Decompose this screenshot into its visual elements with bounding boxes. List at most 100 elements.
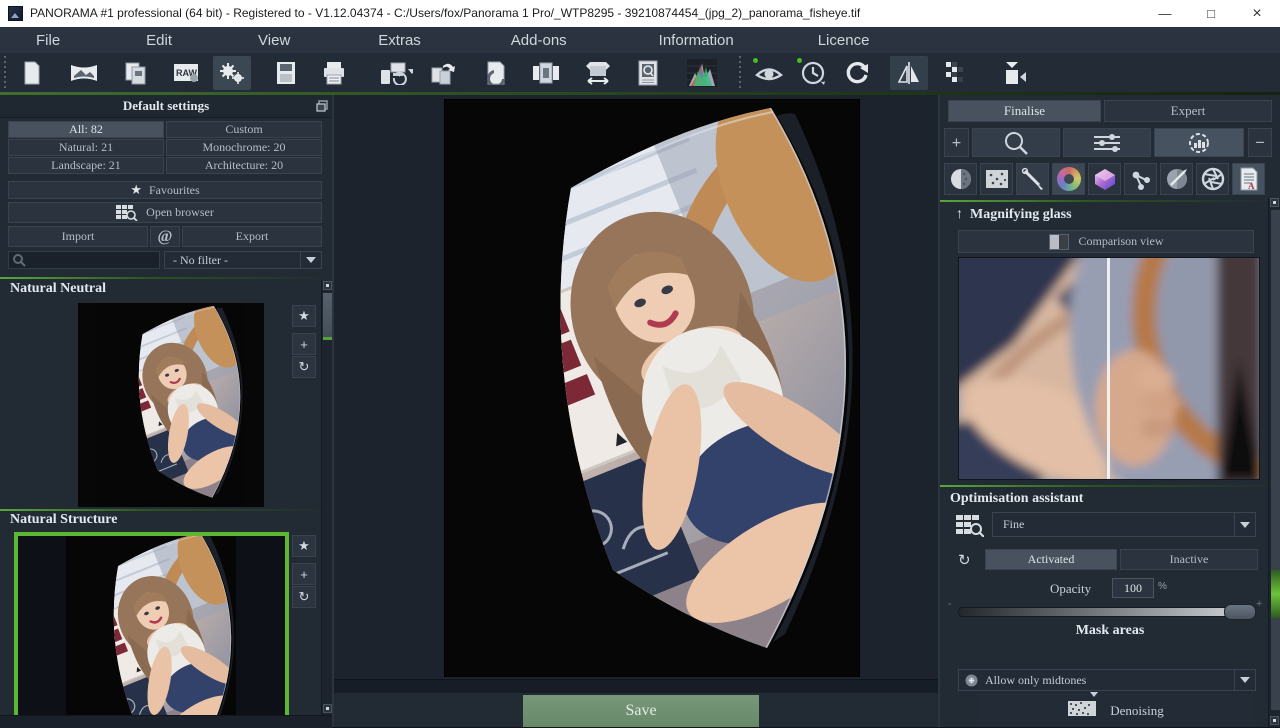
tab-expert[interactable]: Expert: [1104, 100, 1272, 122]
preview-window-button[interactable]: [629, 56, 667, 90]
menu-addons[interactable]: Add-ons: [505, 29, 573, 52]
scrollbar-bottom-button[interactable]: [323, 704, 332, 713]
show-original-button[interactable]: [750, 56, 788, 90]
image-canvas[interactable]: [444, 99, 860, 677]
save-button-toolbar[interactable]: [267, 56, 305, 90]
inactive-button[interactable]: Inactive: [1120, 549, 1258, 570]
color-wheel-tool-icon[interactable]: [1052, 163, 1085, 195]
comparison-preview[interactable]: [958, 257, 1260, 480]
retouch-pen-tool-icon[interactable]: [1016, 163, 1049, 195]
menu-edit[interactable]: Edit: [140, 29, 178, 52]
category-architecture[interactable]: Architecture: 20: [166, 157, 322, 174]
color-cube-tool-icon[interactable]: [1088, 163, 1121, 195]
scrollbar-top-button[interactable]: [323, 281, 332, 290]
preset-thumbnail-natural-structure-selected[interactable]: [14, 532, 289, 723]
compare-split-button[interactable]: [936, 56, 974, 90]
comparison-preview-image: [959, 258, 1259, 479]
opacity-slider-handle[interactable]: [1224, 604, 1256, 620]
redo-button[interactable]: [838, 56, 876, 90]
auto-optimise-button[interactable]: [1154, 128, 1244, 157]
assistant-reset-icon[interactable]: ↻: [958, 551, 971, 569]
quality-dropdown[interactable]: Fine: [992, 512, 1256, 537]
open-browser-button[interactable]: Open browser: [8, 202, 322, 223]
crop-borders-button[interactable]: [527, 56, 565, 90]
aperture-tool-icon[interactable]: [1196, 163, 1229, 195]
menu-view[interactable]: View: [252, 29, 296, 52]
loupe-tool-button[interactable]: [972, 128, 1060, 157]
preset-favourite-star-icon[interactable]: ★: [292, 535, 316, 557]
print-button[interactable]: [315, 56, 353, 90]
tab-finalise[interactable]: Finalise: [948, 100, 1101, 122]
denoising-caret-icon[interactable]: [1090, 692, 1098, 697]
dropdown-arrow-icon[interactable]: [1234, 513, 1255, 536]
opacity-slider-track[interactable]: [958, 607, 1256, 617]
open-image-button[interactable]: [65, 56, 103, 90]
add-preset-button[interactable]: +: [944, 128, 969, 157]
preset-reset-icon[interactable]: ↻: [292, 586, 316, 608]
category-all[interactable]: All: 82: [8, 121, 164, 138]
denoising-row[interactable]: Denoising: [978, 694, 1254, 727]
remove-preset-button[interactable]: −: [1248, 128, 1272, 157]
minimize-button[interactable]: —: [1142, 0, 1188, 27]
grain-tool-icon[interactable]: [980, 163, 1013, 195]
favourites-button[interactable]: ★ Favourites: [8, 181, 322, 199]
menu-extras[interactable]: Extras: [372, 29, 427, 52]
copy-settings-button[interactable]: [117, 56, 155, 90]
category-landscape[interactable]: Landscape: 21: [8, 157, 164, 174]
preset-reset-icon[interactable]: ↻: [292, 356, 316, 378]
filter-dropdown[interactable]: - No filter -: [164, 251, 322, 269]
scrollbar-thumb[interactable]: [1271, 210, 1280, 710]
save-button[interactable]: Save: [523, 695, 759, 727]
mask-dropdown[interactable]: Allow only midtones: [958, 669, 1256, 691]
dropdown-arrow-icon[interactable]: [1234, 670, 1255, 690]
settings-gears-button[interactable]: [213, 56, 251, 90]
scrollbar-top-button[interactable]: [1270, 198, 1279, 207]
email-button[interactable]: @: [150, 226, 180, 247]
preset-add-icon[interactable]: +: [292, 333, 316, 355]
preset-add-icon[interactable]: +: [292, 563, 316, 585]
export-image-button[interactable]: [477, 56, 515, 90]
category-custom[interactable]: Custom: [166, 121, 322, 138]
maximize-button[interactable]: □: [1188, 0, 1234, 27]
toolbar-grip[interactable]: [2, 56, 7, 90]
opacity-input[interactable]: [1112, 578, 1154, 598]
menu-file[interactable]: File: [30, 29, 66, 52]
batch-processing-button[interactable]: [371, 56, 421, 90]
activated-button[interactable]: Activated: [985, 549, 1117, 570]
dropdown-arrow-icon[interactable]: [300, 252, 321, 268]
preset-thumbnail-natural-neutral[interactable]: [78, 303, 264, 507]
sharpen-stone-tool-icon[interactable]: [1160, 163, 1193, 195]
export-button[interactable]: Export: [182, 226, 322, 247]
report-document-tool-icon[interactable]: A: [1232, 163, 1265, 195]
vignette-tool-icon[interactable]: [944, 163, 977, 195]
image-width-button[interactable]: [579, 56, 617, 90]
close-button[interactable]: ×: [1234, 0, 1280, 27]
category-monochrome[interactable]: Monochrome: 20: [166, 139, 322, 156]
zoom-smaller-fit-icon[interactable]: [996, 56, 1034, 90]
scrollbar-bottom-button[interactable]: [1270, 716, 1279, 725]
preset-name[interactable]: Natural Neutral: [10, 281, 106, 297]
comparison-view-button[interactable]: Comparison view: [958, 230, 1254, 253]
detach-panel-icon[interactable]: [316, 100, 328, 112]
rotate-images-button[interactable]: [423, 56, 461, 90]
menu-licence[interactable]: Licence: [812, 29, 876, 52]
flip-horizontal-button[interactable]: [890, 56, 928, 90]
sliders-tool-button[interactable]: [1063, 128, 1151, 157]
history-button[interactable]: [794, 56, 832, 90]
magnifier-section-header[interactable]: ↑ Magnifying glass: [956, 207, 1072, 223]
app-icon-mountain: [11, 13, 19, 18]
histogram-button[interactable]: [683, 56, 721, 90]
category-natural[interactable]: Natural: 21: [8, 139, 164, 156]
node-graph-tool-icon[interactable]: [1124, 163, 1157, 195]
import-button[interactable]: Import: [8, 226, 148, 247]
scrollbar-thumb[interactable]: [323, 293, 332, 340]
search-input[interactable]: [8, 251, 160, 269]
raw-button[interactable]: RAW: [167, 56, 205, 90]
section-divider: [940, 200, 1280, 202]
preset-favourite-star-icon[interactable]: ★: [292, 305, 316, 327]
menu-information[interactable]: Information: [653, 29, 740, 52]
new-document-button[interactable]: [13, 56, 51, 90]
panel-scrollbar[interactable]: [1268, 198, 1280, 727]
collapse-arrow-icon[interactable]: ↑: [956, 207, 963, 223]
preset-name[interactable]: Natural Structure: [10, 512, 117, 528]
